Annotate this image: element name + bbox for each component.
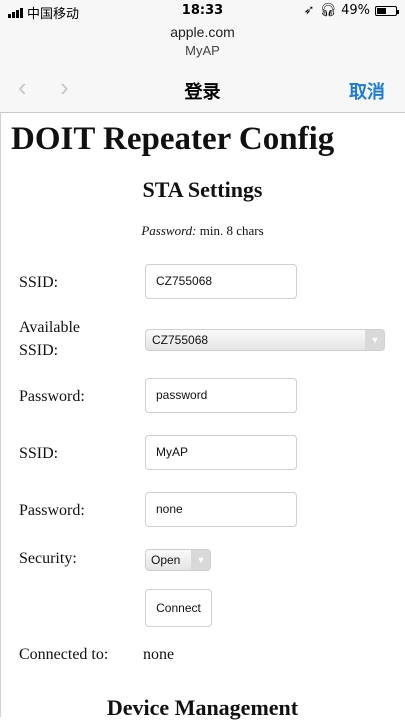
security-label: Security: [19,550,77,567]
available-ssid-label-line1: Available [19,319,81,336]
status-bar: 中国移动 18:33 ➶ 🎧︎ 49% [0,0,405,22]
ssid-input[interactable]: CZ755068 [145,264,297,299]
battery-percent: 49% [341,3,370,18]
security-value: Open [151,553,181,567]
password-label: Password: [19,388,85,405]
battery-icon [375,5,399,16]
status-right: ➶ 🎧︎ 49% [303,3,399,18]
connect-button[interactable]: Connect [145,589,212,627]
hint-text: min. 8 chars [196,223,264,238]
page-content: DOIT Repeater Config STA Settings Passwo… [0,113,405,720]
page-title: DOIT Repeater Config [11,121,335,157]
ssid-label: SSID: [19,274,59,291]
headphones-icon: 🎧︎ [319,3,337,18]
ap-password-label: Password: [19,502,85,519]
device-management-title: Device Management [106,695,299,720]
password-hint: Password: min. 8 chars [0,223,405,239]
ap-ssid-label: SSID: [19,445,59,462]
security-select[interactable]: Open ▼ [145,549,211,571]
sta-section-title: STA Settings [142,177,263,202]
connected-label: Connected to: [19,646,109,663]
nav-title: 登录 [184,82,221,102]
ap-password-input[interactable]: none [145,492,297,527]
available-ssid-label-line2: SSID: [19,342,59,359]
page-name: MyAP [185,43,220,58]
location-icon: ➶ [303,3,315,18]
cancel-button[interactable]: 取消 [349,78,385,104]
url-display[interactable]: apple.com [0,24,405,40]
hint-label: Password: [141,223,197,238]
connected-value: none [143,646,175,663]
chevron-down-icon: ▼ [365,330,384,350]
browser-header: apple.com MyAP ‹ › 登录 取消 [0,22,405,113]
ap-ssid-input[interactable]: MyAP [145,435,297,470]
available-ssid-value: CZ755068 [152,333,209,347]
password-input[interactable]: password [145,378,297,413]
available-ssid-select[interactable]: CZ755068 ▼ [145,329,385,351]
chevron-down-icon: ▼ [191,550,210,570]
